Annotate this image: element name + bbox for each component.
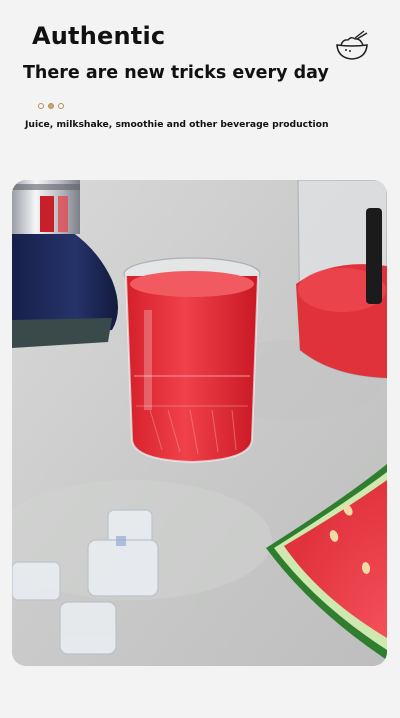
- dot-indicator: [48, 103, 54, 109]
- juice-glass: [123, 257, 261, 464]
- blender-jug: [296, 180, 387, 379]
- product-photo: [12, 180, 387, 666]
- dot-indicator: [38, 103, 44, 109]
- rice-bowl-icon: [336, 30, 368, 60]
- page-subtitle: There are new tricks every day: [23, 63, 329, 83]
- product-caption: Juice, milkshake, smoothie and other bev…: [25, 119, 329, 130]
- dot-indicator: [58, 103, 64, 109]
- page-title: Authentic: [32, 22, 166, 50]
- decorative-dots: [38, 103, 64, 109]
